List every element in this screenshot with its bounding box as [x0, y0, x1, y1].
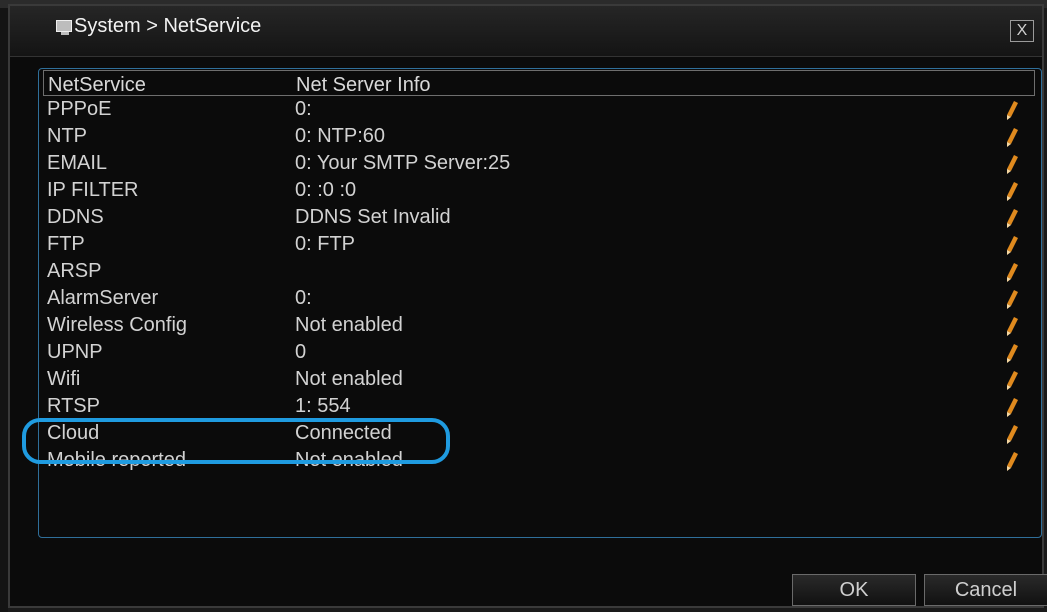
pencil-icon[interactable]	[1005, 208, 1019, 228]
pencil-icon[interactable]	[1005, 100, 1019, 120]
service-info: Not enabled	[295, 314, 403, 336]
window-title: System > NetService	[74, 15, 262, 37]
service-info: 0	[295, 341, 307, 363]
service-name: Wifi	[47, 368, 81, 390]
pencil-icon[interactable]	[1005, 343, 1019, 363]
service-name: Wireless Config	[47, 314, 188, 336]
service-info: 0: FTP	[295, 233, 356, 255]
service-name: ARSP	[47, 260, 102, 282]
column-header-net-server-info: Net Server Info	[296, 74, 431, 96]
ok-button[interactable]: OK	[792, 574, 916, 606]
service-name: FTP	[47, 233, 85, 255]
service-name: UPNP	[47, 341, 103, 363]
table-row[interactable]: Wifi Not enabled	[43, 367, 1035, 394]
pencil-icon[interactable]	[1005, 370, 1019, 390]
pencil-icon[interactable]	[1005, 154, 1019, 174]
table-row[interactable]: PPPoE 0:	[43, 97, 1035, 124]
service-info: DDNS Set Invalid	[295, 206, 451, 228]
table-row[interactable]: EMAIL 0: Your SMTP Server:25	[43, 151, 1035, 178]
monitor-icon	[56, 20, 72, 35]
service-name: PPPoE	[47, 98, 112, 120]
pencil-icon[interactable]	[1005, 181, 1019, 201]
close-icon: X	[1016, 22, 1028, 39]
table-row[interactable]: AlarmServer 0:	[43, 286, 1035, 313]
service-info: 0: NTP:60	[295, 125, 386, 147]
screen-left-edge	[0, 8, 8, 612]
service-name: EMAIL	[47, 152, 108, 174]
pencil-icon[interactable]	[1005, 424, 1019, 444]
cancel-button[interactable]: Cancel	[924, 574, 1047, 606]
pencil-icon[interactable]	[1005, 262, 1019, 282]
table-row[interactable]: Wireless Config Not enabled	[43, 313, 1035, 340]
pencil-icon[interactable]	[1005, 397, 1019, 417]
service-info: Not enabled	[295, 368, 403, 390]
service-name: IP FILTER	[47, 179, 139, 201]
service-name: AlarmServer	[47, 287, 159, 309]
table-row[interactable]: FTP 0: FTP	[43, 232, 1035, 259]
cloud-highlight-annotation	[22, 418, 450, 464]
pencil-icon[interactable]	[1005, 235, 1019, 255]
table-row[interactable]: IP FILTER 0: :0 :0	[43, 178, 1035, 205]
close-button[interactable]: X	[1010, 20, 1034, 42]
service-info: 0: :0 :0	[295, 179, 357, 201]
table-row[interactable]: UPNP 0	[43, 340, 1035, 367]
table-row[interactable]: DDNS DDNS Set Invalid	[43, 205, 1035, 232]
pencil-icon[interactable]	[1005, 127, 1019, 147]
table-row[interactable]: RTSP 1: 554	[43, 394, 1035, 421]
table-row[interactable]: ARSP	[43, 259, 1035, 286]
column-header-netservice: NetService	[48, 74, 146, 96]
service-name: RTSP	[47, 395, 100, 417]
table-header: NetService Net Server Info	[43, 70, 1035, 96]
title-bar: System > NetService X	[10, 6, 1042, 57]
service-info: 1: 554	[295, 395, 351, 417]
netservice-window: System > NetService X NetService Net Ser…	[8, 4, 1047, 608]
service-info: 0: Your SMTP Server:25	[295, 152, 511, 174]
pencil-icon[interactable]	[1005, 451, 1019, 471]
service-info: 0:	[295, 287, 312, 309]
pencil-icon[interactable]	[1005, 316, 1019, 336]
table-row[interactable]: NTP 0: NTP:60	[43, 124, 1035, 151]
pencil-icon[interactable]	[1005, 289, 1019, 309]
netservice-table: NetService Net Server Info PPPoE 0: NTP 0: …	[38, 68, 1042, 538]
service-name: NTP	[47, 125, 87, 147]
service-info: 0:	[295, 98, 312, 120]
service-name: DDNS	[47, 206, 104, 228]
